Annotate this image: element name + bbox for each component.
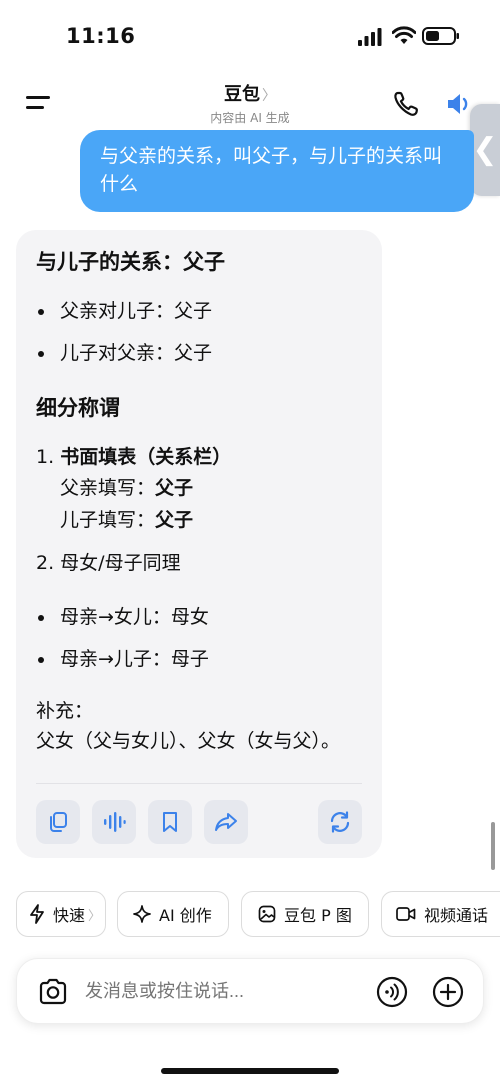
chip-fast[interactable]: 快速〉 <box>16 891 106 937</box>
sub-line-value: 父子 <box>155 477 194 499</box>
cellular-signal-icon <box>358 28 382 46</box>
plus-icon[interactable] <box>432 976 464 1008</box>
status-time: 11:16 <box>66 24 136 48</box>
numbered-item-2: 2. 母女/母子同理 <box>36 552 181 574</box>
sub-line: 父亲填写：父子 <box>36 472 362 504</box>
bookmark-icon <box>163 812 177 832</box>
sub-line-label: 儿子填写： <box>60 509 156 531</box>
chip-image-edit[interactable]: 豆包 P 图 <box>241 891 369 937</box>
chip-video-call[interactable]: 视频通话 <box>381 891 500 937</box>
ai-generated-note: 内容由 AI 生成 <box>210 111 290 125</box>
video-icon <box>396 907 416 921</box>
section-heading: 细分称谓 <box>36 396 120 420</box>
list-item: 父亲对儿子：父子 <box>36 296 362 326</box>
sub-line-label: 父亲填写： <box>60 477 156 499</box>
regenerate-icon <box>330 811 350 833</box>
supplement-text: 父女（父与女儿）、父女（女与父）。 <box>36 730 341 752</box>
image-edit-icon <box>258 905 276 923</box>
divider <box>36 783 362 784</box>
chat-title[interactable]: 豆包〉 <box>150 80 350 106</box>
message-input-bar <box>16 958 484 1024</box>
sparkle-icon <box>133 905 151 923</box>
ai-reply-card: 与儿子的关系：父子 父亲对儿子：父子 儿子对父亲：父子 细分称谓 1. 书面填表… <box>16 230 382 858</box>
read-aloud-button[interactable] <box>92 800 136 844</box>
battery-icon <box>422 27 459 45</box>
voice-wave-icon <box>104 812 126 832</box>
list-item: 母亲→女儿：母女 <box>36 602 362 632</box>
speaker-icon[interactable] <box>446 90 472 118</box>
user-message-bubble[interactable]: 与父亲的关系，叫父子，与儿子的关系叫什么 <box>80 130 474 212</box>
status-bar: 11:16 <box>0 0 500 72</box>
sub-line: 儿子填写：父子 <box>36 504 362 536</box>
phone-call-icon[interactable] <box>392 90 420 118</box>
item-title: 书面填表（关系栏） <box>60 446 232 468</box>
chip-label: AI 创作 <box>159 906 212 925</box>
wifi-icon <box>392 26 416 44</box>
chat-title-text: 豆包 <box>224 84 260 105</box>
list-item: 母亲→儿子：母子 <box>36 644 362 674</box>
chip-label: 豆包 P 图 <box>284 906 352 925</box>
side-drawer-tab[interactable]: ❮ <box>470 104 500 196</box>
quick-action-chips: 快速〉 AI 创作 豆包 P 图 视频通话 <box>16 891 500 939</box>
chat-header: 豆包〉 内容由 AI 生成 <box>0 72 500 132</box>
share-button[interactable] <box>204 800 248 844</box>
sub-line-value: 父子 <box>155 509 194 531</box>
regenerate-button[interactable] <box>318 800 362 844</box>
numbered-item-1: 1. 书面填表（关系栏） <box>36 442 362 472</box>
reply-heading: 与儿子的关系：父子 <box>36 250 225 274</box>
voice-input-icon[interactable] <box>376 976 408 1008</box>
lightning-icon <box>30 904 44 924</box>
share-icon <box>215 813 237 831</box>
chevron-right-icon: 〉 <box>88 908 102 924</box>
menu-icon[interactable] <box>24 92 54 114</box>
chat-title-area[interactable]: 豆包〉 内容由 AI 生成 <box>150 80 350 126</box>
chevron-left-icon: ❮ <box>472 132 498 167</box>
chip-ai-create[interactable]: AI 创作 <box>117 891 229 937</box>
supplement-label: 补充： <box>36 700 94 722</box>
bookmark-button[interactable] <box>148 800 192 844</box>
copy-icon <box>50 812 67 832</box>
chip-label: 视频通话 <box>424 906 489 925</box>
item-number: 1. <box>36 446 55 468</box>
camera-icon[interactable] <box>37 977 69 1007</box>
scrollbar[interactable] <box>491 822 495 870</box>
reply-actions <box>36 800 362 844</box>
message-input[interactable] <box>85 981 355 1002</box>
list-item: 儿子对父亲：父子 <box>36 338 362 368</box>
title-chevron-icon: 〉 <box>262 88 276 104</box>
copy-button[interactable] <box>36 800 80 844</box>
chip-label: 快速 <box>53 906 86 925</box>
home-indicator[interactable] <box>161 1068 339 1074</box>
